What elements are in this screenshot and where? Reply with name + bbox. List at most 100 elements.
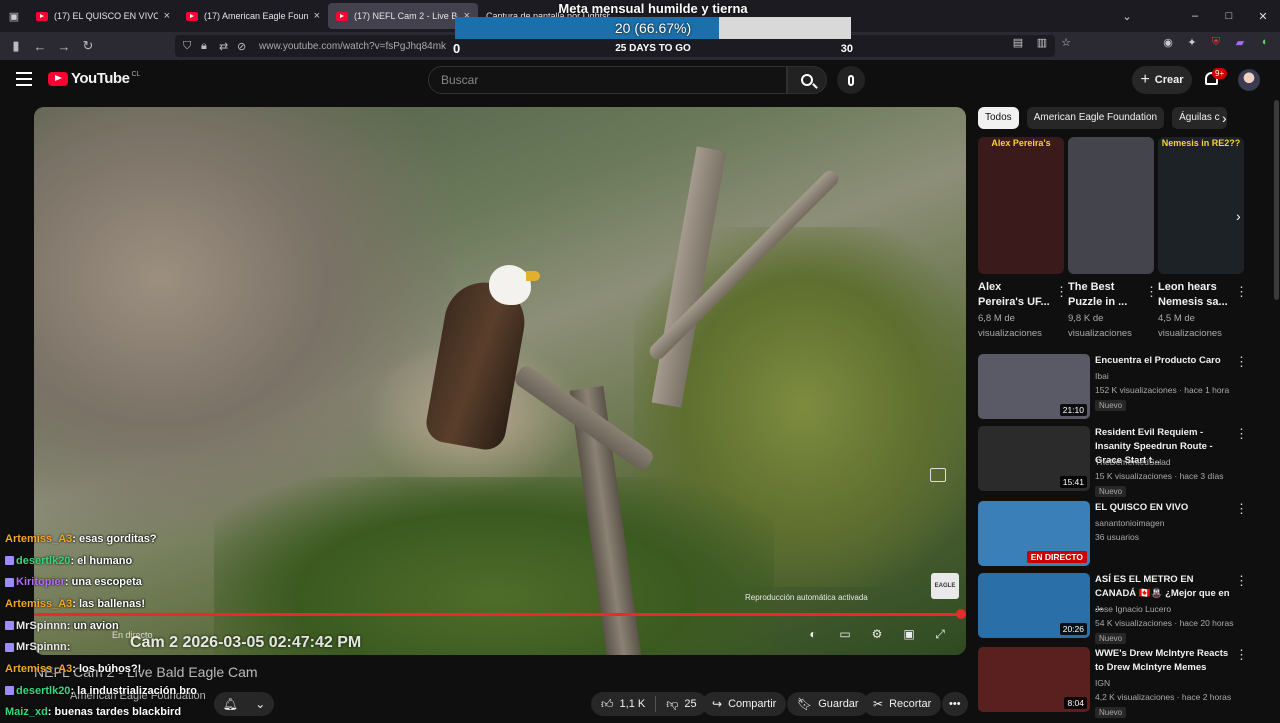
filter-chip[interactable]: Águilas c — [1172, 107, 1227, 129]
close-tab-icon[interactable]: × — [314, 10, 320, 22]
lock-icon[interactable]: 🔒︎ — [201, 40, 219, 53]
page-action-icon[interactable]: ▤ — [1010, 36, 1026, 52]
chat-username: desertlk20 — [16, 555, 70, 567]
scrollbar[interactable] — [1274, 100, 1279, 300]
close-window-icon[interactable]: ✕ — [1246, 10, 1280, 23]
share-button[interactable]: ↪Compartir — [702, 692, 786, 716]
channel-name[interactable]: TheDementedSalad — [1095, 457, 1171, 467]
search-button[interactable] — [787, 66, 827, 94]
more-vert-icon[interactable]: ⋮ — [1235, 573, 1248, 589]
more-vert-icon[interactable]: ⋮ — [1145, 284, 1158, 300]
video-title[interactable]: Encuentra el Producto Caro — [1095, 354, 1230, 368]
bookmark-star-icon[interactable]: ☆ — [1058, 36, 1074, 52]
subtitles-icon[interactable]: ▭ — [836, 627, 854, 641]
search-icon — [801, 74, 813, 86]
filter-chip[interactable]: Todos — [978, 107, 1019, 129]
search-input[interactable]: Buscar — [428, 66, 787, 94]
voice-search-button[interactable] — [837, 66, 865, 94]
more-vert-icon[interactable]: ⋮ — [1235, 354, 1248, 370]
more-vert-icon[interactable]: ⋮ — [1235, 647, 1248, 663]
thumbs-down-icon[interactable]: 👎︎ — [666, 697, 678, 712]
channel-name[interactable]: Jose Ignacio Lucero — [1095, 604, 1171, 614]
short-views: 9,8 K de visualizaciones — [1068, 311, 1154, 341]
short-title[interactable]: Alex Pereira's UF... — [978, 280, 1050, 310]
shorts-next-arrow-icon[interactable]: › — [1236, 208, 1252, 230]
video-thumbnail[interactable]: 8:04 — [978, 647, 1090, 712]
short-card[interactable]: The Best Puzzle in ...9,8 K de visualiza… — [1068, 137, 1154, 341]
channel-name[interactable]: Ibai — [1095, 371, 1109, 381]
filter-chip[interactable]: American Eagle Foundation — [1027, 107, 1164, 129]
video-item[interactable]: 8:04WWE's Drew McIntyre Reacts to Drew M… — [978, 647, 1248, 715]
dislike-count[interactable]: 25 — [684, 698, 696, 710]
short-thumbnail[interactable] — [1068, 137, 1154, 274]
tab-overview-icon[interactable]: ▣ — [0, 10, 28, 23]
chips-next-arrow-icon[interactable]: › — [1222, 110, 1227, 126]
save-button[interactable]: 🔖︎Guardar — [787, 692, 869, 716]
settings-gear-icon[interactable]: ⚙ — [868, 627, 886, 641]
scrubber-handle[interactable] — [956, 609, 966, 619]
like-count[interactable]: 1,1 K — [620, 698, 646, 710]
reader-icon[interactable]: ▥ — [1034, 36, 1050, 52]
new-badge: Nuevo — [1095, 400, 1126, 411]
shield-icon[interactable]: ⛉ — [183, 40, 201, 53]
reload-icon[interactable]: ↻ — [76, 38, 100, 54]
clip-button[interactable]: ✂Recortar — [863, 692, 941, 716]
video-meta: 152 K visualizaciones · hace 1 hora — [1095, 385, 1229, 395]
chat-message: Kiritopier : una escopeta — [0, 571, 320, 593]
account-icon[interactable]: ◉ — [1160, 36, 1176, 52]
youtube-logo[interactable]: YouTube CL — [48, 70, 140, 87]
video-thumbnail[interactable]: 20:26 — [978, 573, 1090, 638]
scissors-icon: ✂ — [873, 697, 883, 711]
autoplay-blocked-icon[interactable]: ⊘ — [237, 40, 255, 53]
more-actions-button[interactable]: ••• — [942, 692, 968, 716]
tab-list-chevron-icon[interactable]: ⌄ — [1110, 10, 1144, 23]
video-title[interactable]: WWE's Drew McIntyre Reacts to Drew McInt… — [1095, 647, 1230, 675]
short-thumbnail[interactable]: Alex Pereira's — [978, 137, 1064, 274]
miniplayer-icon[interactable] — [930, 468, 946, 482]
short-card[interactable]: Nemesis in RE2?? Leon hears Nemesis sa...… — [1158, 137, 1244, 341]
minimize-icon[interactable]: – — [1178, 10, 1212, 22]
extensions-icon[interactable]: ✦ — [1184, 36, 1200, 52]
close-tab-icon[interactable]: × — [164, 10, 170, 22]
create-button[interactable]: + Crear — [1132, 66, 1192, 94]
avatar[interactable] — [1238, 69, 1260, 91]
channel-watermark-logo[interactable]: EAGLE — [931, 573, 959, 599]
video-thumbnail[interactable]: 21:10 — [978, 354, 1090, 419]
back-arrow-icon[interactable]: ← — [28, 39, 52, 54]
video-item[interactable]: 20:26ASÍ ES EL METRO EN CANADÁ 🇨🇦🚇 ¿Mejo… — [978, 573, 1248, 641]
video-item[interactable]: EN DIRECTO EL QUISCO EN VIVO sanantonioima… — [978, 501, 1248, 569]
ublock-icon[interactable]: ⛨ — [1208, 36, 1224, 52]
autoplay-toggle-icon[interactable]: ◐ — [804, 627, 822, 641]
sidebar-toggle-icon[interactable]: ▮ — [4, 38, 28, 54]
short-title[interactable]: Leon hears Nemesis sa... — [1158, 280, 1230, 310]
short-thumbnail[interactable]: Nemesis in RE2?? — [1158, 137, 1244, 274]
more-vert-icon[interactable]: ⋮ — [1055, 284, 1068, 300]
permissions-icon[interactable]: ⇄ — [219, 40, 237, 53]
chat-badge-icon — [5, 578, 14, 587]
channel-name[interactable]: IGN — [1095, 678, 1110, 688]
video-title[interactable]: EL QUISCO EN VIVO — [1095, 501, 1230, 515]
subscribe-notifications-button[interactable]: 🔔︎ ⌄ — [214, 692, 274, 716]
more-vert-icon[interactable]: ⋮ — [1235, 426, 1248, 442]
more-vert-icon[interactable]: ⋮ — [1235, 284, 1248, 300]
video-thumbnail[interactable]: EN DIRECTO — [978, 501, 1090, 566]
video-item[interactable]: 21:10 Encuentra el Producto Caro Ibai 152 K… — [978, 354, 1248, 422]
video-item[interactable]: 15:41Resident Evil Requiem - Insanity Sp… — [978, 426, 1248, 494]
hamburger-menu-icon[interactable] — [16, 72, 32, 86]
thumbs-up-icon[interactable]: 👍︎ — [601, 697, 614, 712]
more-vert-icon[interactable]: ⋮ — [1235, 501, 1248, 517]
browser-tab-2[interactable]: (17) American Eagle Founda × — [178, 0, 328, 32]
short-card[interactable]: Alex Pereira'sAlex Pereira's UF...6,8 M … — [978, 137, 1064, 341]
audio-ext-icon[interactable]: ◖ — [1256, 36, 1272, 52]
browser-tab-1[interactable]: (17) EL QUISCO EN VIVO - YouTu × — [28, 0, 178, 32]
url-text[interactable]: www.youtube.com/watch?v=fsPgJhq84mk — [259, 41, 446, 52]
video-thumbnail[interactable]: 15:41 — [978, 426, 1090, 491]
theater-mode-icon[interactable]: ▣ — [900, 627, 918, 641]
channel-name[interactable]: sanantonioimagen — [1095, 518, 1164, 528]
fullscreen-icon[interactable]: ⤢ — [931, 627, 949, 641]
forward-arrow-icon[interactable]: → — [52, 39, 76, 54]
maximize-icon[interactable]: □ — [1212, 10, 1246, 22]
twitch-ext-icon[interactable]: ▰ — [1232, 36, 1248, 52]
chat-message: Artemiss_A3 : los búhos?! — [0, 658, 320, 680]
short-title[interactable]: The Best Puzzle in ... — [1068, 280, 1140, 310]
